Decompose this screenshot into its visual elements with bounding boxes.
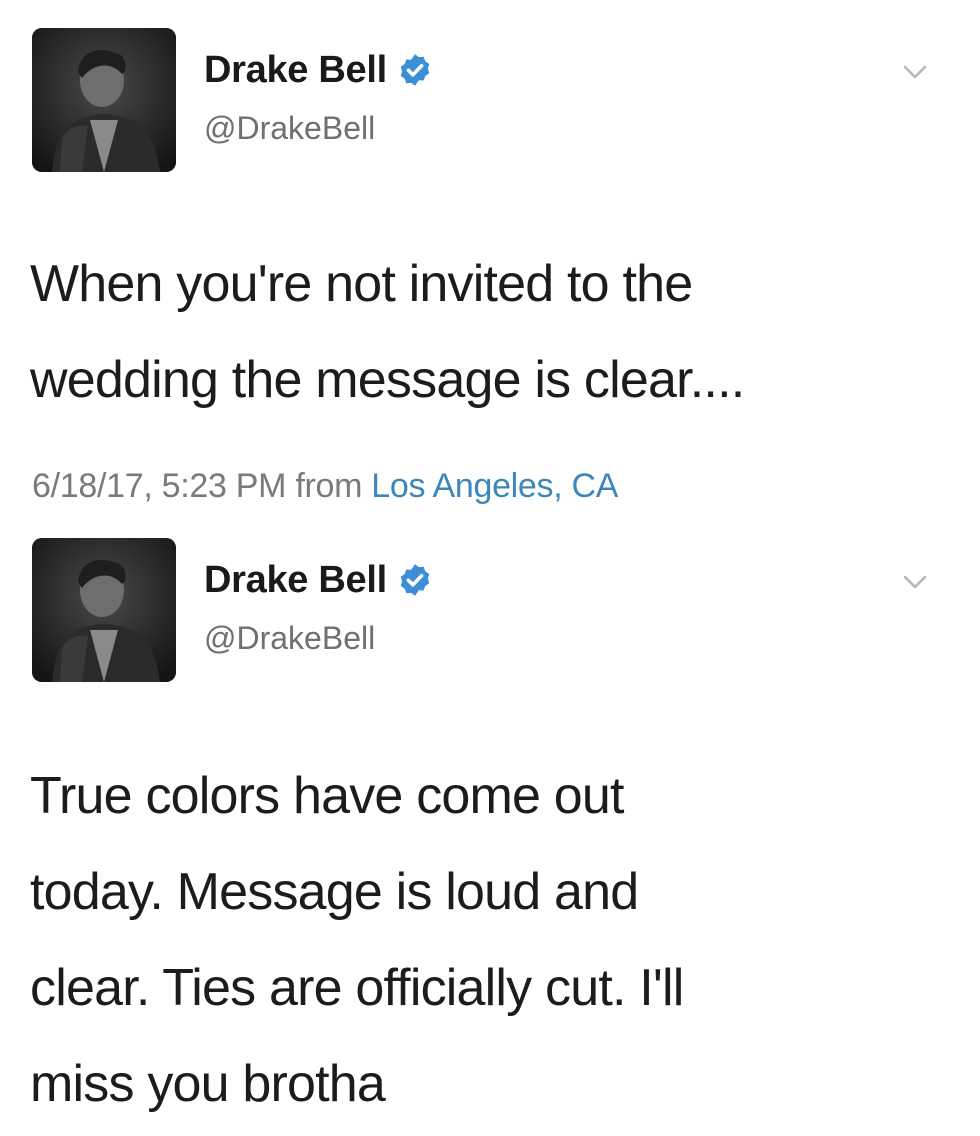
from-label: from (295, 467, 363, 505)
avatar-photo (32, 28, 176, 172)
verified-badge-icon (397, 52, 433, 88)
chevron-down-icon[interactable] (893, 560, 937, 604)
tweet-card: Drake Bell @DrakeBell When you're not in… (0, 0, 980, 528)
tweet-timestamp[interactable]: 6/18/17, 5:23 PM (32, 467, 286, 505)
tweet-card: Drake Bell @DrakeBell True colors have c… (0, 528, 980, 1136)
author-display-name[interactable]: Drake Bell (204, 556, 387, 604)
chevron-down-icon[interactable] (893, 50, 937, 94)
avatar-photo (32, 538, 176, 682)
avatar[interactable] (32, 538, 176, 682)
author-name-row[interactable]: Drake Bell (204, 556, 433, 604)
author-name-row[interactable]: Drake Bell (204, 46, 433, 94)
avatar[interactable] (32, 28, 176, 172)
tweet-location-link[interactable]: Los Angeles, CA (371, 467, 618, 505)
author-handle[interactable]: @DrakeBell (204, 108, 375, 148)
tweet-meta: 6/18/17, 5:23 PM from Los Angeles, CA (32, 462, 618, 510)
verified-badge-icon (397, 562, 433, 598)
tweet-text: When you're not invited to the wedding t… (30, 255, 745, 409)
author-handle[interactable]: @DrakeBell (204, 618, 375, 658)
author-display-name[interactable]: Drake Bell (204, 46, 387, 94)
tweet-text: True colors have come out today. Message… (30, 767, 684, 1113)
